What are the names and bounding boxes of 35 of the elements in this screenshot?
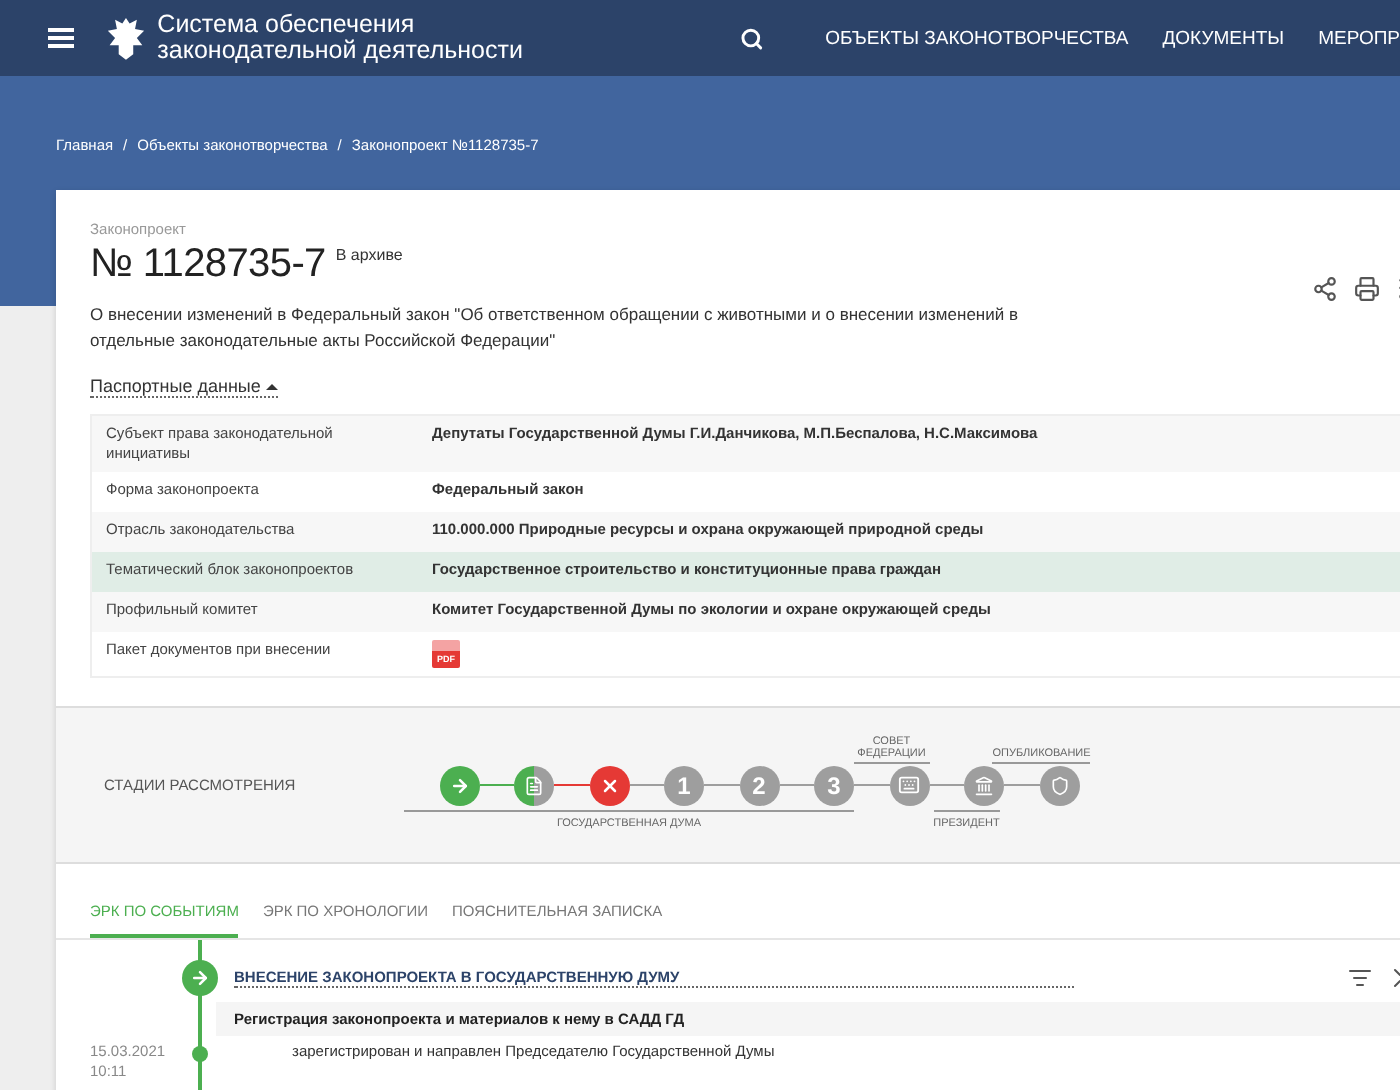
building-icon [974,775,994,795]
connector-line [704,783,739,787]
stage-node[interactable] [889,765,929,805]
keyboard-icon [898,774,920,796]
search-icon[interactable] [739,25,764,51]
arrow-icon [190,968,210,988]
share-icon[interactable] [1312,276,1338,302]
document-icon [524,775,544,795]
nav-link[interactable]: ДОКУМЕНТЫ [1162,27,1285,49]
sort-icon[interactable] [1348,966,1372,990]
nav-link[interactable]: ОБЪЕКТЫ ЗАКОНОТВОРЧЕСТВА [825,27,1129,49]
stage-node[interactable] [964,765,1004,805]
connector-line [1004,783,1039,787]
bill-status: В архиве [335,246,403,264]
connector-line [479,783,514,787]
connector-line [929,783,964,787]
passport-toggle[interactable]: Паспортные данные [90,376,279,398]
connector-line [854,783,889,787]
menu-icon[interactable] [48,28,74,48]
connector-line [554,783,589,787]
arrow-icon [449,775,469,795]
stage-node[interactable] [589,765,629,805]
connector-line [779,783,814,787]
connector-line [629,783,664,787]
print-icon[interactable] [1354,276,1380,302]
stage-node[interactable] [439,765,479,805]
site-title[interactable]: Система обеспечения законодательной деятельности [157,12,684,64]
cross-icon [599,775,619,795]
stage-node[interactable] [514,765,554,805]
shield-icon [1049,775,1069,795]
bill-number: № 1128735-7 [90,242,326,288]
timeline-dot [192,1046,208,1062]
nav-link[interactable]: МЕРОПР [1318,27,1400,49]
stage-node[interactable] [1039,765,1079,805]
bill-description: О внесении изменений в Федеральный закон "Об ответственном обращении с животными и о внесении изменений в отдельные законодательные акты Российской Федерации" [90,302,1020,354]
